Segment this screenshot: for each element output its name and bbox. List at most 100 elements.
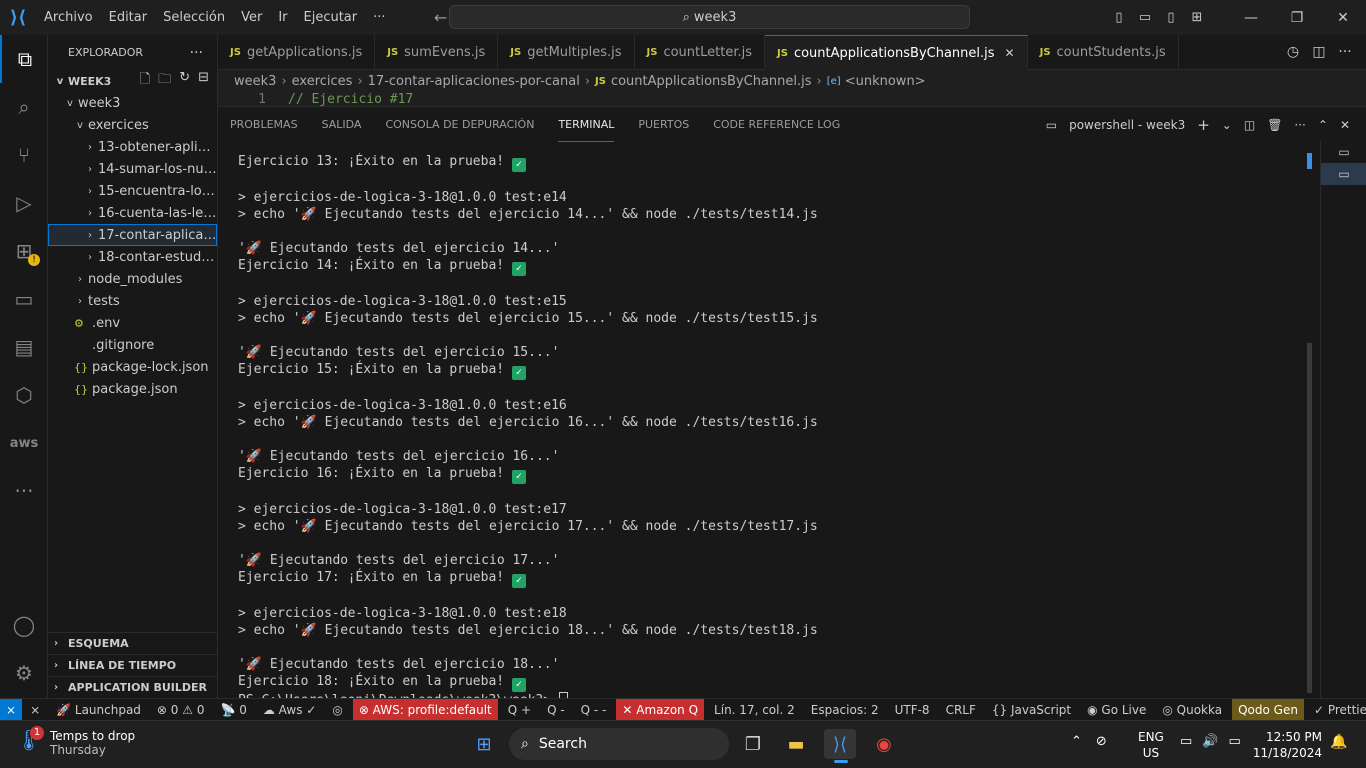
battery-icon[interactable]: ▭ [1228, 734, 1240, 749]
menu-item-1[interactable]: Editar [101, 0, 156, 35]
status-item[interactable]: ◎ Quokka [1156, 699, 1228, 721]
file-explorer-icon[interactable]: ▬ [780, 729, 812, 759]
breadcrumb-item[interactable]: <unknown> [845, 74, 926, 89]
sidebar-section[interactable]: › LÍNEA DE TIEMPO [48, 654, 217, 676]
menu-item-4[interactable]: Ir [270, 0, 295, 35]
panel-tab[interactable]: PROBLEMAS [230, 107, 298, 142]
editor-more-icon[interactable]: ··· [1332, 44, 1358, 60]
status-item[interactable]: ◎ [326, 699, 348, 721]
windows-start-icon[interactable]: ⊞ [468, 729, 500, 759]
breadcrumb-item[interactable]: 17-contar-aplicaciones-por-canal [368, 74, 580, 89]
tree-item[interactable]: {} package.json [48, 378, 217, 400]
panel-tab[interactable]: TERMINAL [558, 107, 615, 142]
hexagon-extension-icon[interactable]: ⬡ [0, 371, 48, 419]
menu-item-5[interactable]: Ejecutar [296, 0, 366, 35]
tree-item[interactable]: › 13-obtener-aplicac... [48, 136, 217, 158]
chevron-up-icon[interactable]: ⌃ [1071, 734, 1082, 749]
extensions-icon[interactable]: ⊞! [0, 227, 48, 275]
clock[interactable]: 12:50 PM 11/18/2024 [1252, 729, 1322, 761]
status-item[interactable]: ⊗ 0 ⚠ 0 [151, 699, 211, 721]
terminal-scrollbar[interactable] [1307, 153, 1312, 693]
menu-item-3[interactable]: Ver [233, 0, 270, 35]
network-off-icon[interactable]: ⊘ [1096, 734, 1107, 749]
status-item[interactable]: 📡 0 [214, 699, 252, 721]
tree-item[interactable]: ⚙ .env [48, 312, 217, 334]
language-indicator[interactable]: ENG US [1138, 729, 1164, 761]
sidebar-section[interactable]: › APPLICATION BUILDER [48, 676, 217, 698]
notification-bell-icon[interactable]: 🔔 [1330, 734, 1347, 750]
taskbar-search[interactable]: ⌕ Search [509, 728, 729, 760]
tree-item[interactable]: .gitignore [48, 334, 217, 356]
collapse-all-icon[interactable]: ⊟ [198, 70, 209, 92]
breadcrumb-item[interactable]: week3 [234, 74, 276, 89]
remote-indicator-icon[interactable]: ⨯ [0, 698, 23, 721]
status-item[interactable]: Lín. 17, col. 2 [708, 699, 801, 721]
volume-icon[interactable]: 🔊 [1202, 734, 1218, 749]
tree-item[interactable]: › tests [48, 290, 217, 312]
toggle-secondary-sidebar-icon[interactable]: ▯ [1158, 10, 1184, 25]
vscode-taskbar-icon[interactable]: ⟩⟨ [824, 729, 856, 759]
status-item[interactable]: ⊗ AWS: profile:default [352, 698, 498, 721]
terminal-instance-icon[interactable]: ▭ [1321, 141, 1366, 163]
run-debug-icon[interactable]: ▷ [0, 179, 48, 227]
menu-item-2[interactable]: Selección [155, 0, 233, 35]
close-tab-icon[interactable]: ✕ [1005, 46, 1015, 60]
new-terminal-icon[interactable]: + [1197, 116, 1210, 134]
customize-layout-icon[interactable]: ⊞ [1184, 10, 1210, 25]
tree-item[interactable]: › 17-contar-aplicaci... [48, 224, 217, 246]
remote-explorer-icon[interactable]: ▭ [0, 275, 48, 323]
status-item[interactable]: Q + [502, 699, 537, 721]
sidebar-section[interactable]: › ESQUEMA [48, 632, 217, 654]
tree-item[interactable]: v exercices [48, 114, 217, 136]
breadcrumb-item[interactable]: exercices [292, 74, 353, 89]
panel-tab[interactable]: SALIDA [322, 107, 362, 142]
search-view-icon[interactable]: ⌕ [0, 83, 48, 131]
status-item[interactable]: Espacios: 2 [805, 699, 885, 721]
breadcrumb-item[interactable]: countApplicationsByChannel.js [611, 74, 812, 89]
terminal-name[interactable]: powershell - week3 [1069, 118, 1185, 132]
terminal-instance-active-icon[interactable]: ▭ [1321, 163, 1366, 185]
status-item[interactable]: ✓ Prettier [1308, 699, 1366, 721]
panel-tab[interactable]: CODE REFERENCE LOG [713, 107, 840, 142]
more-icon[interactable]: ··· [0, 467, 48, 515]
editor-tab[interactable]: JS sumEvens.js [375, 35, 499, 70]
tree-item[interactable]: › 16-cuenta-las-letras [48, 202, 217, 224]
workspace-root[interactable]: v WEEK3 🗋 🗀 ↻ ⊟ [48, 70, 217, 92]
source-control-icon[interactable]: ⑂ [0, 131, 48, 179]
status-item[interactable]: Q - - [575, 699, 613, 721]
menu-item-0[interactable]: Archivo [36, 0, 101, 35]
status-item[interactable]: 🚀 Launchpad [50, 699, 147, 721]
tree-item[interactable]: › 14-sumar-los-num... [48, 158, 217, 180]
more-actions-icon[interactable]: ··· [190, 45, 203, 61]
task-view-icon[interactable]: ❐ [737, 729, 769, 759]
chevron-down-icon[interactable]: ⌄ [1222, 118, 1232, 132]
tree-item[interactable]: › 18-contar-estudian... [48, 246, 217, 268]
folder-icon[interactable]: ▤ [0, 323, 48, 371]
panel-tab[interactable]: PUERTOS [638, 107, 689, 142]
maximize-panel-icon[interactable]: ⌃ [1318, 118, 1328, 132]
account-icon[interactable]: ◯ [0, 601, 48, 649]
menu-item-6[interactable]: ··· [365, 0, 393, 35]
toggle-sidebar-icon[interactable]: ▯ [1106, 10, 1132, 25]
refresh-icon[interactable]: ↻ [179, 70, 190, 92]
status-item[interactable]: ✕ Amazon Q [616, 698, 705, 721]
weather-widget[interactable]: 🌡 1 Temps to drop Thursday [16, 726, 135, 758]
new-file-icon[interactable]: 🗋 [140, 70, 150, 92]
new-folder-icon[interactable]: 🗀 [158, 70, 171, 92]
trash-icon[interactable]: 🗑 [1267, 118, 1282, 132]
editor-tab[interactable]: JS getApplications.js [218, 35, 376, 70]
status-item[interactable]: CRLF [940, 699, 982, 721]
status-item[interactable]: Q - [541, 699, 571, 721]
status-item[interactable]: ◉ Go Live [1081, 699, 1152, 721]
tree-item[interactable]: v week3 [48, 92, 217, 114]
status-item[interactable]: {} JavaScript [986, 699, 1077, 721]
panel-tab[interactable]: CONSOLA DE DEPURACIÓN [385, 107, 534, 142]
chrome-icon[interactable]: ◉ [868, 729, 900, 759]
settings-gear-icon[interactable]: ⚙ [0, 649, 48, 697]
tree-item[interactable]: › 15-encuentra-los-... [48, 180, 217, 202]
editor-tab[interactable]: JS countStudents.js [1028, 35, 1179, 70]
aws-icon[interactable]: aws [0, 419, 48, 467]
editor-tab[interactable]: JS getMultiples.js [498, 35, 635, 70]
split-editor-icon[interactable]: ◫ [1306, 44, 1332, 60]
tree-item[interactable]: › node_modules [48, 268, 217, 290]
